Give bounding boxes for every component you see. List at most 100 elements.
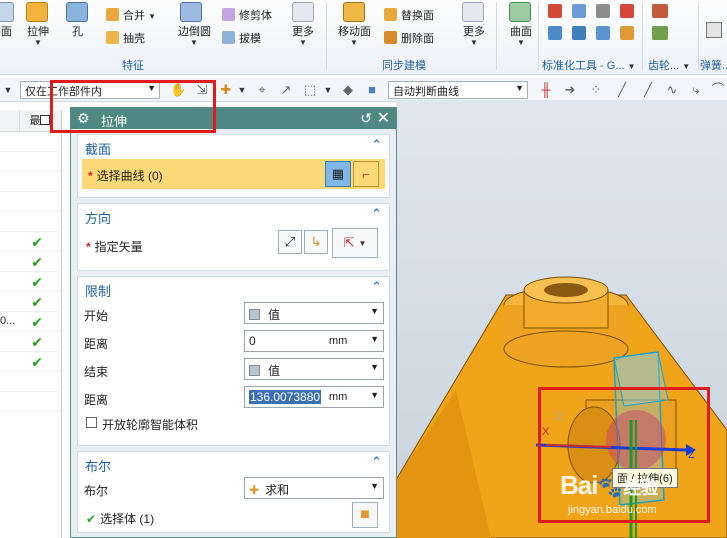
extrude-dropdown-icon[interactable]: ▼ <box>34 38 42 47</box>
navigator-row[interactable] <box>0 212 61 232</box>
chevron-up-icon[interactable]: ⌃ <box>371 279 382 295</box>
chevron-down-icon[interactable]: ▼ <box>370 390 379 400</box>
ribbon-surface[interactable]: 曲面 <box>510 23 532 39</box>
open-profile-checkbox[interactable] <box>86 417 97 428</box>
navigator-row[interactable]: ✔ <box>0 272 61 292</box>
surface-icon[interactable] <box>509 2 531 22</box>
limits-group-header[interactable]: 限制 ⌃ <box>78 277 389 299</box>
ribbon-draft[interactable]: 拔模 <box>222 30 261 46</box>
navigator-row[interactable]: ✔ <box>0 252 61 272</box>
select-body-row[interactable]: ✔ 选择体 (1) ■ <box>78 502 389 530</box>
navigator-row[interactable]: ✔ <box>0 352 61 372</box>
std-tool-icon[interactable] <box>620 4 634 18</box>
navigator-row[interactable]: 0... ✔ <box>0 312 61 332</box>
ribbon-trim-body[interactable]: 修剪体 <box>222 7 272 23</box>
snap-point-icon[interactable]: ⁘ <box>588 82 604 98</box>
navigator-row[interactable] <box>0 152 61 172</box>
menu-dropdown-icon[interactable]: ▼ <box>0 82 16 98</box>
add-icon[interactable]: ✚ <box>218 82 234 98</box>
std-tool-icon[interactable] <box>572 26 586 40</box>
group-label-gear[interactable]: 齿轮... ▼ <box>648 57 690 73</box>
inferred-vector-icon[interactable]: ⇱ ▼ <box>332 228 378 258</box>
reverse-direction-icon[interactable]: ⤢ <box>278 230 302 254</box>
spring-tool-icon[interactable] <box>706 22 722 38</box>
chevron-up-icon[interactable]: ⌃ <box>371 454 382 470</box>
tangent-icon[interactable]: ⤷ <box>688 82 704 98</box>
group-label-spring[interactable]: 弹簧... <box>700 57 727 73</box>
extrude-icon[interactable] <box>26 2 48 22</box>
curve-rule-combo[interactable]: 自动判断曲线 ▼ <box>388 81 528 99</box>
select-body-icon[interactable]: ■ <box>352 502 378 528</box>
start-distance-input[interactable]: 0 mm ▼ <box>244 330 384 352</box>
edge-blend-icon[interactable] <box>180 2 202 22</box>
ribbon-replace-face[interactable]: 替换面 <box>384 7 434 23</box>
std-tool-icon[interactable] <box>548 4 562 18</box>
std-tool-icon[interactable] <box>596 26 610 40</box>
ribbon-shell[interactable]: 抽壳 <box>106 30 145 46</box>
std-tool-icon[interactable] <box>620 26 634 40</box>
open-profile-row[interactable]: 开放轮廓智能体积 <box>78 411 389 435</box>
navigator-row[interactable]: ✔ <box>0 292 61 312</box>
boolean-group-header[interactable]: 布尔 ⌃ <box>78 452 389 474</box>
hole-icon[interactable] <box>66 2 88 22</box>
spline-icon[interactable]: ∿ <box>664 82 680 98</box>
gear-tool-icon[interactable] <box>652 26 668 40</box>
navigator-row[interactable] <box>0 392 61 412</box>
move-face-icon[interactable] <box>343 2 365 22</box>
ribbon-edge-blend[interactable]: 边倒圆 <box>178 23 211 39</box>
arc-icon[interactable]: ╱ <box>640 82 656 98</box>
chevron-down-icon[interactable]: ▼ <box>320 82 336 98</box>
end-distance-input[interactable]: 136.0073880 mm ▼ <box>244 386 384 408</box>
std-tool-icon[interactable] <box>572 4 586 18</box>
more-features-dropdown-icon[interactable]: ▼ <box>299 38 307 47</box>
group-label-standardization[interactable]: 标准化工具 - G... ▼ <box>542 57 635 73</box>
ribbon-unite[interactable]: 合并 ▼ <box>106 7 156 23</box>
section-group-header[interactable]: 截面 ⌃ <box>78 135 389 157</box>
ribbon-move-face[interactable]: 移动面 <box>338 23 371 39</box>
more-sync-icon[interactable] <box>462 2 484 22</box>
more-sync-dropdown-icon[interactable]: ▼ <box>470 38 478 47</box>
std-tool-icon[interactable] <box>548 26 562 40</box>
chevron-down-icon[interactable]: ▼ <box>234 82 250 98</box>
edge-blend-dropdown-icon[interactable]: ▼ <box>190 38 198 47</box>
maximize-icon[interactable] <box>40 115 50 125</box>
ribbon-more-sync[interactable]: 更多 <box>463 23 485 39</box>
navigator-row[interactable] <box>0 192 61 212</box>
ribbon-hole[interactable]: 孔 <box>72 23 83 39</box>
ribbon-delete-face[interactable]: 删除面 <box>384 30 434 46</box>
navigator-row[interactable] <box>0 372 61 392</box>
end-limit-select[interactable]: 值 ▼ <box>244 358 384 380</box>
surface-dropdown-icon[interactable]: ▼ <box>517 38 525 47</box>
navigator-row[interactable]: ✔ <box>0 332 61 352</box>
cube-icon[interactable]: ■ <box>364 82 380 98</box>
follow-fillet-icon[interactable]: ➜ <box>562 82 578 98</box>
vector-dialog-icon[interactable]: ↳ <box>304 230 328 254</box>
stop-at-intersection-icon[interactable]: ╫ <box>538 82 554 98</box>
curve-icon[interactable]: ⌐ <box>353 161 379 187</box>
more-features-icon[interactable] <box>292 2 314 22</box>
navigator-row[interactable] <box>0 132 61 152</box>
sketch-section-icon[interactable]: ▦ <box>325 161 351 187</box>
close-icon[interactable]: ✕ <box>377 108 390 128</box>
chevron-up-icon[interactable]: ⌃ <box>371 137 382 153</box>
datum-plane-icon[interactable] <box>0 2 14 22</box>
curve-icon[interactable]: ⌒ <box>710 82 726 98</box>
chevron-up-icon[interactable]: ⌃ <box>371 206 382 222</box>
boolean-select[interactable]: ✚ 求和 ▼ <box>244 477 384 499</box>
eraser-icon[interactable]: ◆ <box>340 82 356 98</box>
arrow-icon[interactable]: ↗ <box>278 82 294 98</box>
ribbon-extrude[interactable]: 拉伸 <box>27 23 49 39</box>
box-select-icon[interactable]: ⬚ <box>302 82 318 98</box>
select-curve-row[interactable]: * 选择曲线 (0) ▦ ⌐ <box>82 159 385 189</box>
gear-tool-icon[interactable] <box>652 4 668 18</box>
navigator-row[interactable] <box>0 172 61 192</box>
ribbon-more-features[interactable]: 更多 <box>292 23 314 39</box>
line-icon[interactable]: ╱ <box>614 82 630 98</box>
navigator-row[interactable]: ✔ <box>0 232 61 252</box>
direction-group-header[interactable]: 方向 ⌃ <box>78 204 389 226</box>
move-face-dropdown-icon[interactable]: ▼ <box>350 38 358 47</box>
start-limit-select[interactable]: 值 ▼ <box>244 302 384 324</box>
std-tool-icon[interactable] <box>596 4 610 18</box>
chevron-down-icon[interactable]: ▼ <box>370 334 379 344</box>
reset-icon[interactable]: ↺ <box>360 110 372 127</box>
